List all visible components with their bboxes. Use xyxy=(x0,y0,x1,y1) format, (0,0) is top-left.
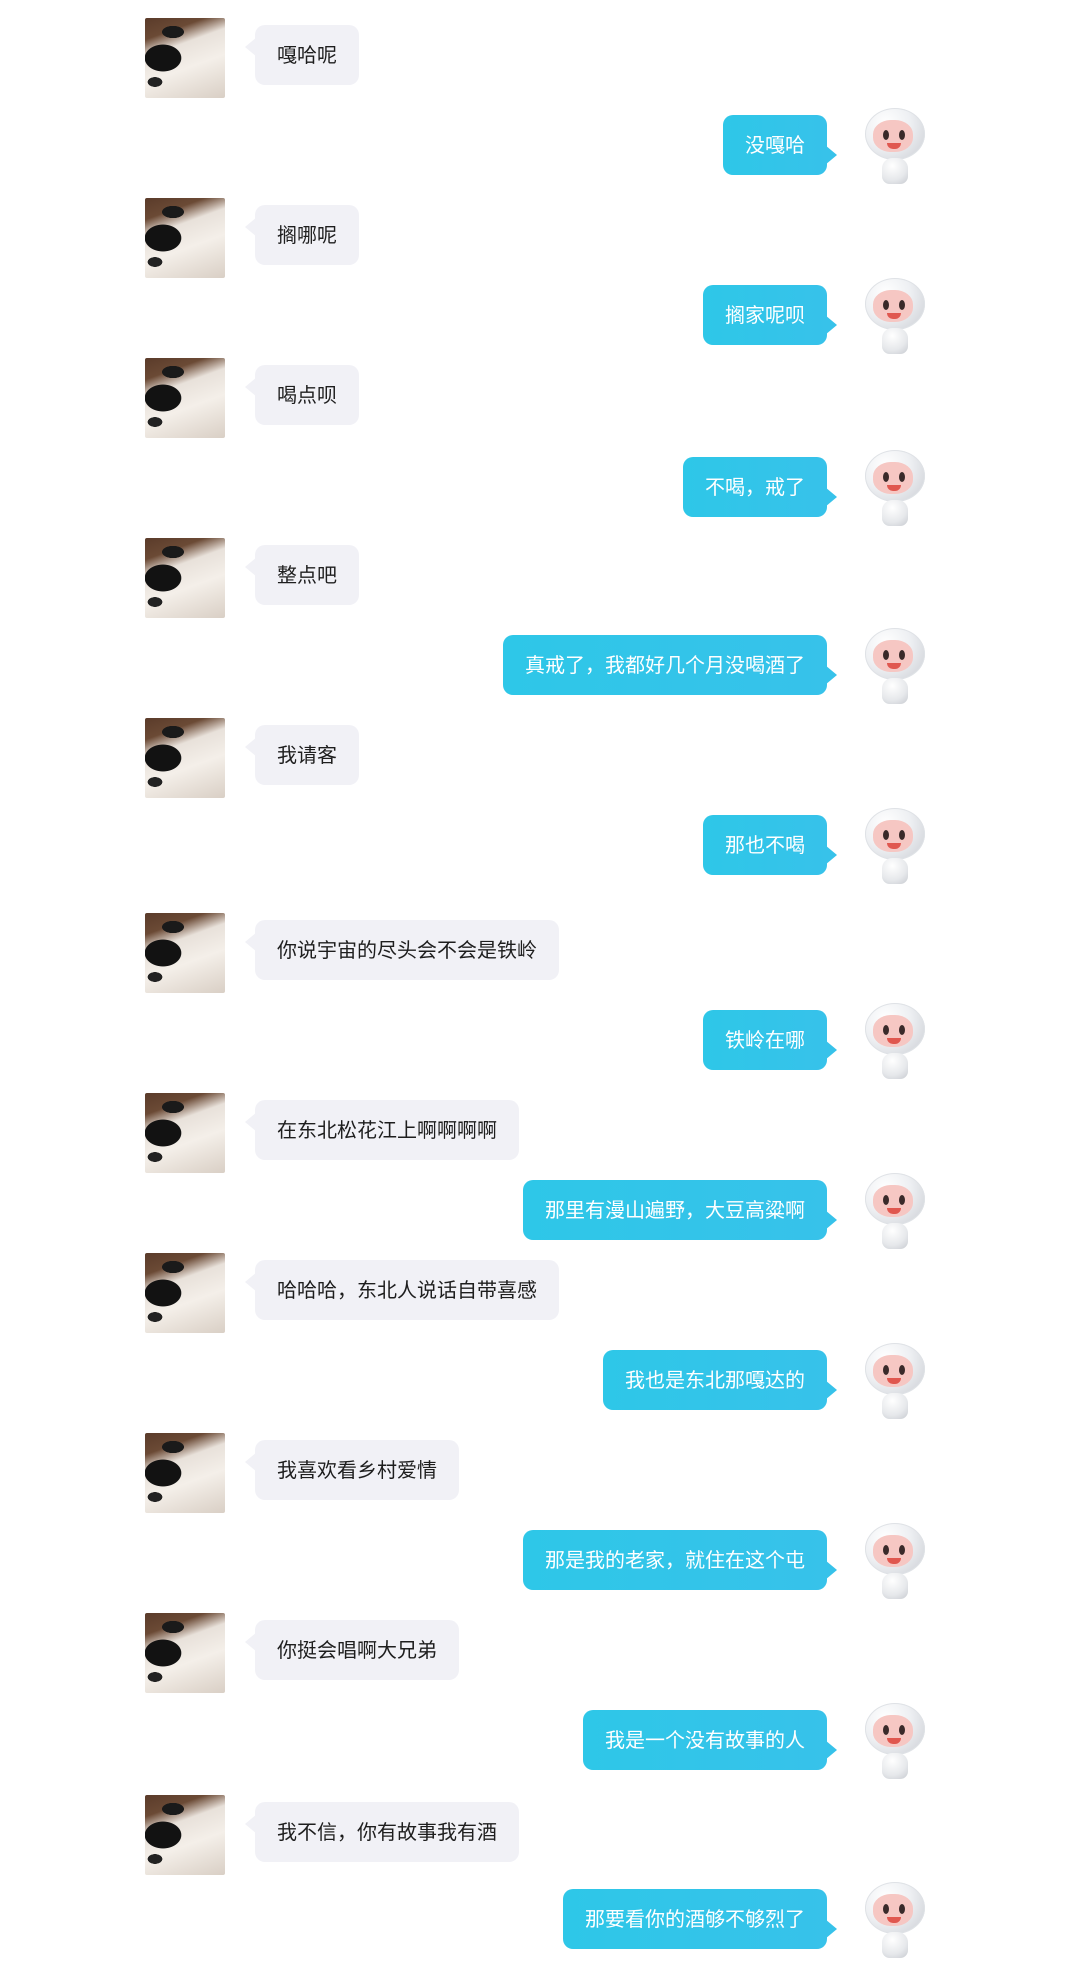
message-row-bot: 铁岭在哪 xyxy=(0,1003,1080,1091)
message-row-bot: 不喝，戒了 xyxy=(0,450,1080,538)
user-message-bubble[interactable]: 喝点呗 xyxy=(245,365,359,425)
cat-avatar-icon[interactable] xyxy=(145,913,225,993)
robot-avatar-icon[interactable] xyxy=(856,1703,936,1783)
message-row-user: 嘎哈呢 xyxy=(0,18,1080,106)
message-row-bot: 那要看你的酒够不够烈了 xyxy=(0,1882,1080,1970)
user-message-bubble[interactable]: 搁哪呢 xyxy=(245,205,359,265)
message-row-user: 喝点呗 xyxy=(0,358,1080,446)
message-row-bot: 真戒了，我都好几个月没喝酒了 xyxy=(0,628,1080,716)
message-row-user: 你挺会唱啊大兄弟 xyxy=(0,1613,1080,1701)
bot-message-bubble[interactable]: 那是我的老家，就住在这个屯 xyxy=(523,1530,837,1590)
robot-avatar-icon[interactable] xyxy=(856,1003,936,1083)
message-row-bot: 我也是东北那嘎达的 xyxy=(0,1343,1080,1431)
bot-message-bubble[interactable]: 搁家呢呗 xyxy=(703,285,837,345)
message-row-bot: 没嘎哈 xyxy=(0,108,1080,196)
robot-avatar-icon[interactable] xyxy=(856,1882,936,1962)
robot-avatar-icon[interactable] xyxy=(856,278,936,358)
bot-message-bubble[interactable]: 没嘎哈 xyxy=(723,115,837,175)
bot-message-bubble[interactable]: 那里有漫山遍野，大豆高粱啊 xyxy=(523,1180,837,1240)
user-message-bubble[interactable]: 我不信，你有故事我有酒 xyxy=(245,1802,519,1862)
message-row-bot: 那也不喝 xyxy=(0,808,1080,896)
robot-avatar-icon[interactable] xyxy=(856,1343,936,1423)
message-row-user: 整点吧 xyxy=(0,538,1080,626)
cat-avatar-icon[interactable] xyxy=(145,1795,225,1875)
message-row-user: 你说宇宙的尽头会不会是铁岭 xyxy=(0,913,1080,1001)
message-row-bot: 那里有漫山遍野，大豆高粱啊 xyxy=(0,1173,1080,1261)
user-message-bubble[interactable]: 你挺会唱啊大兄弟 xyxy=(245,1620,459,1680)
bot-message-bubble[interactable]: 真戒了，我都好几个月没喝酒了 xyxy=(503,635,837,695)
message-row-bot: 我是一个没有故事的人 xyxy=(0,1703,1080,1791)
robot-avatar-icon[interactable] xyxy=(856,450,936,530)
cat-avatar-icon[interactable] xyxy=(145,1253,225,1333)
robot-avatar-icon[interactable] xyxy=(856,108,936,188)
user-message-bubble[interactable]: 嘎哈呢 xyxy=(245,25,359,85)
bot-message-bubble[interactable]: 不喝，戒了 xyxy=(683,457,837,517)
bot-message-bubble[interactable]: 那要看你的酒够不够烈了 xyxy=(563,1889,837,1949)
cat-avatar-icon[interactable] xyxy=(145,1433,225,1513)
bot-message-bubble[interactable]: 铁岭在哪 xyxy=(703,1010,837,1070)
bot-message-bubble[interactable]: 那也不喝 xyxy=(703,815,837,875)
user-message-bubble[interactable]: 整点吧 xyxy=(245,545,359,605)
cat-avatar-icon[interactable] xyxy=(145,1093,225,1173)
message-row-user: 我喜欢看乡村爱情 xyxy=(0,1433,1080,1521)
bot-message-bubble[interactable]: 我是一个没有故事的人 xyxy=(583,1710,837,1770)
bot-message-bubble[interactable]: 我也是东北那嘎达的 xyxy=(603,1350,837,1410)
robot-avatar-icon[interactable] xyxy=(856,1173,936,1253)
cat-avatar-icon[interactable] xyxy=(145,198,225,278)
user-message-bubble[interactable]: 我请客 xyxy=(245,725,359,785)
user-message-bubble[interactable]: 哈哈哈，东北人说话自带喜感 xyxy=(245,1260,559,1320)
message-row-user: 搁哪呢 xyxy=(0,198,1080,286)
user-message-bubble[interactable]: 我喜欢看乡村爱情 xyxy=(245,1440,459,1500)
robot-avatar-icon[interactable] xyxy=(856,628,936,708)
cat-avatar-icon[interactable] xyxy=(145,18,225,98)
robot-avatar-icon[interactable] xyxy=(856,1523,936,1603)
cat-avatar-icon[interactable] xyxy=(145,1613,225,1693)
cat-avatar-icon[interactable] xyxy=(145,358,225,438)
message-row-bot: 搁家呢呗 xyxy=(0,278,1080,366)
user-message-bubble[interactable]: 在东北松花江上啊啊啊啊 xyxy=(245,1100,519,1160)
message-row-user: 哈哈哈，东北人说话自带喜感 xyxy=(0,1253,1080,1341)
user-message-bubble[interactable]: 你说宇宙的尽头会不会是铁岭 xyxy=(245,920,559,980)
message-row-bot: 那是我的老家，就住在这个屯 xyxy=(0,1523,1080,1611)
message-row-user: 在东北松花江上啊啊啊啊 xyxy=(0,1093,1080,1181)
message-row-user: 我不信，你有故事我有酒 xyxy=(0,1795,1080,1883)
message-row-user: 我请客 xyxy=(0,718,1080,806)
cat-avatar-icon[interactable] xyxy=(145,718,225,798)
robot-avatar-icon[interactable] xyxy=(856,808,936,888)
cat-avatar-icon[interactable] xyxy=(145,538,225,618)
